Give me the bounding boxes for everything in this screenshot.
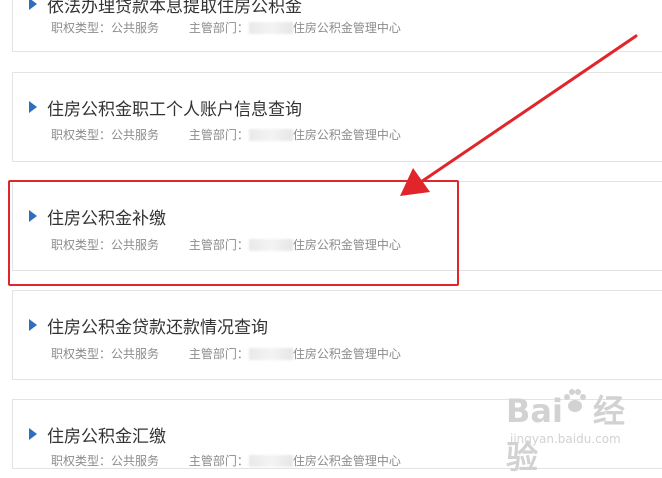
watermark-url: jingyan.baidu.com: [510, 432, 621, 446]
watermark: Bai 经验 jingyan.baidu.com: [506, 386, 656, 476]
paw-icon: [564, 389, 586, 412]
